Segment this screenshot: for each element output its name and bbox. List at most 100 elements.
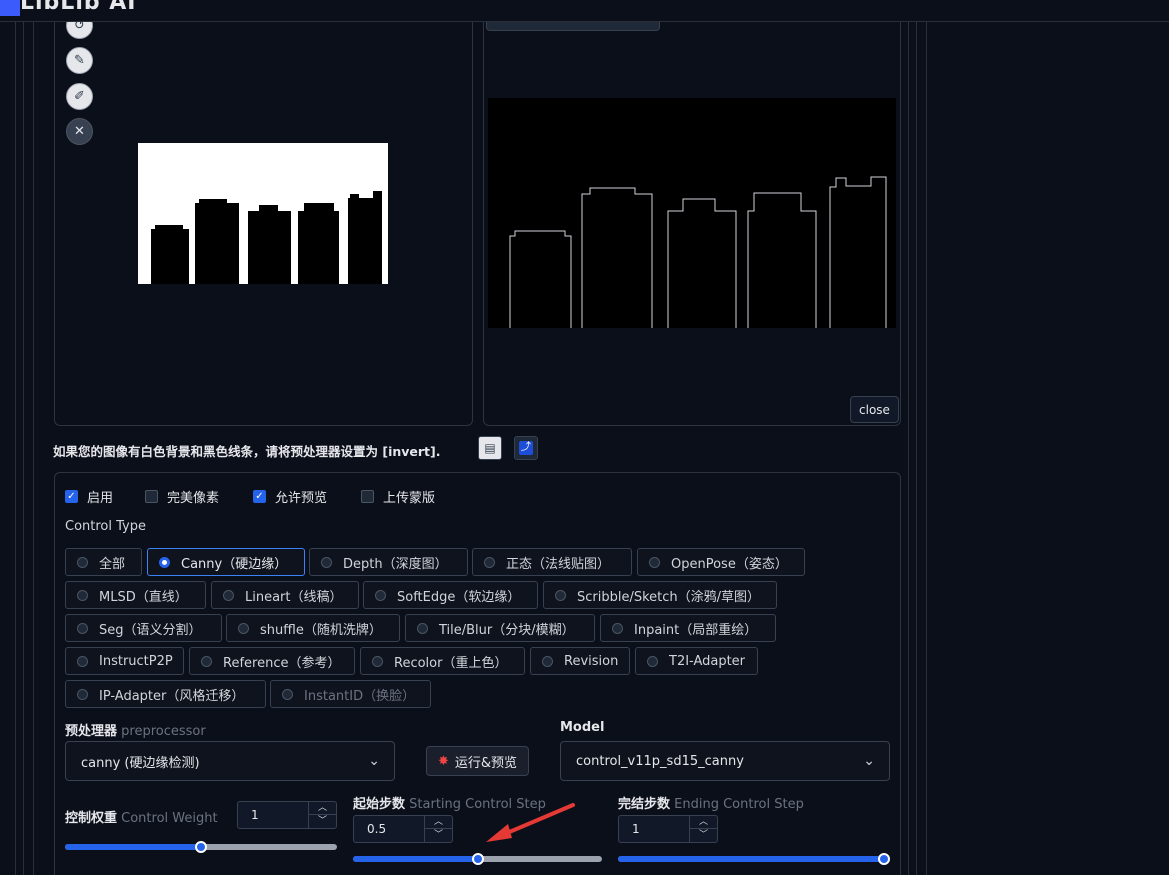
option-label: SoftEdge（软边缘） <box>397 589 521 605</box>
radio-icon <box>77 556 88 568</box>
control-type-option[interactable]: InstructP2P <box>65 647 184 675</box>
slider-fill <box>618 856 890 862</box>
slider-thumb[interactable] <box>195 841 207 853</box>
notes-icon[interactable]: ▤ <box>478 436 502 460</box>
label-en: Control Weight <box>121 811 218 826</box>
control-type-label: Control Type <box>65 519 146 534</box>
option-label: Scribble/Sketch（涂鸦/草图） <box>577 589 761 605</box>
option-label: Lineart（线稿） <box>245 589 343 605</box>
checkbox-label: 启用 <box>87 491 114 506</box>
frame-line <box>908 22 909 875</box>
ending-step-input[interactable]: 1 ︿ ﹀ <box>618 815 718 843</box>
option-label: Depth（深度图） <box>343 556 448 572</box>
chevron-down-icon[interactable]: ﹀ <box>425 829 452 842</box>
invert-hint-text: 如果您的图像有白色背景和黑色线条，请将预处理器设置为 [invert]. <box>53 444 441 459</box>
eraser-icon[interactable]: ✎ <box>66 47 93 74</box>
number-value: 1 <box>251 808 259 822</box>
brush-icon[interactable]: ✐ <box>66 83 93 110</box>
upload-mask-checkbox[interactable]: 上传蒙版 <box>361 487 435 506</box>
control-type-option[interactable]: Revision <box>530 647 630 675</box>
chevron-up-icon[interactable]: ︿ <box>309 802 336 815</box>
control-weight-input[interactable]: 1 ︿ ﹀ <box>237 801 337 829</box>
radio-icon <box>484 556 495 568</box>
control-type-option[interactable]: Tile/Blur（分块/模糊） <box>405 614 595 642</box>
top-bar: LibLib AI <box>0 0 1169 22</box>
control-weight-slider[interactable] <box>65 841 337 853</box>
control-type-option[interactable]: Seg（语义分割） <box>65 614 222 642</box>
control-type-option[interactable]: Depth（深度图） <box>309 548 468 576</box>
control-type-option[interactable]: Reference（参考） <box>189 647 355 675</box>
option-label: Seg（语义分割） <box>99 622 202 638</box>
starting-step-slider[interactable] <box>353 853 602 865</box>
option-label: Reference（参考） <box>223 655 341 671</box>
app-logo[interactable]: LibLib AI <box>0 0 137 20</box>
allow-preview-checkbox[interactable]: ✓ 允许预览 <box>253 487 327 506</box>
control-type-option[interactable]: 全部 <box>65 548 142 576</box>
model-select[interactable]: control_v11p_sd15_canny ⌄ <box>560 741 890 781</box>
option-label: shuffle（随机洗牌） <box>260 622 382 638</box>
run-preview-button[interactable]: ✸ 运行&预览 <box>426 746 529 776</box>
preprocessor-label: 预处理器 preprocessor <box>65 720 206 739</box>
close-preview-button[interactable]: close <box>850 396 899 423</box>
control-type-option[interactable]: MLSD（直线） <box>65 581 206 609</box>
radio-icon <box>77 688 88 700</box>
control-type-option[interactable]: SoftEdge（软边缘） <box>363 581 538 609</box>
control-type-option[interactable]: Lineart（线稿） <box>211 581 359 609</box>
control-type-option[interactable]: T2I-Adapter <box>635 647 758 675</box>
preprocessor-select[interactable]: canny (硬边缘检测) ⌄ <box>65 741 395 781</box>
radio-icon <box>417 622 428 634</box>
input-image[interactable] <box>138 143 388 284</box>
swap-icon[interactable]: ⤴ <box>514 436 538 460</box>
frame-line <box>15 22 16 875</box>
control-type-option: InstantID（换脸） <box>270 680 431 708</box>
option-label: Canny（硬边缘） <box>181 556 288 572</box>
select-value: canny (硬边缘检测) <box>81 755 200 771</box>
control-type-option[interactable]: Recolor（重上色） <box>360 647 525 675</box>
slider-thumb[interactable] <box>472 853 484 865</box>
chevron-down-icon: ⌄ <box>368 753 380 769</box>
slider-thumb[interactable] <box>878 853 890 865</box>
enable-checkbox[interactable]: ✓ 启用 <box>65 487 113 506</box>
radio-icon <box>612 622 623 634</box>
control-type-option[interactable]: 正态（法线贴图） <box>472 548 632 576</box>
chevron-down-icon[interactable]: ﹀ <box>690 829 717 842</box>
radio-icon <box>375 589 386 601</box>
explosion-icon: ✸ <box>437 753 449 769</box>
control-type-option[interactable]: shuffle（随机洗牌） <box>226 614 400 642</box>
option-label: Recolor（重上色） <box>394 655 508 671</box>
slider-fill <box>353 856 478 862</box>
control-weight-label: 控制权重 Control Weight <box>65 807 218 826</box>
label-model: Model <box>560 720 605 735</box>
radio-icon <box>647 655 658 667</box>
pixel-perfect-checkbox[interactable]: 完美像素 <box>145 487 219 506</box>
label-cn: 预处理器 <box>65 724 118 739</box>
control-type-option[interactable]: OpenPose（姿态） <box>637 548 805 576</box>
preview-image <box>488 98 896 328</box>
checkbox-label: 允许预览 <box>275 491 328 506</box>
control-type-option[interactable]: Inpaint（局部重绘） <box>600 614 776 642</box>
control-type-option[interactable]: IP-Adapter（风格迁移） <box>65 680 266 708</box>
chevron-down-icon: ⌄ <box>863 753 875 769</box>
control-type-option[interactable]: Canny（硬边缘） <box>147 548 305 576</box>
chevron-up-icon[interactable]: ︿ <box>690 816 717 829</box>
stepper: ︿ ﹀ <box>424 816 452 842</box>
label-cn: 完结步数 <box>618 797 671 812</box>
label-cn: 起始步数 <box>353 797 406 812</box>
number-value: 1 <box>632 822 640 836</box>
close-icon[interactable]: ✕ <box>66 118 93 145</box>
chevron-up-icon[interactable]: ︿ <box>425 816 452 829</box>
starting-step-input[interactable]: 0.5 ︿ ﹀ <box>353 815 453 843</box>
ending-step-slider[interactable] <box>618 853 890 865</box>
option-label: T2I-Adapter <box>669 653 746 669</box>
option-label: 正态（法线贴图） <box>506 556 611 572</box>
stepper: ︿ ﹀ <box>689 816 717 842</box>
option-label: InstructP2P <box>99 653 173 669</box>
radio-icon <box>77 622 88 634</box>
frame-line <box>23 22 24 875</box>
checkbox-checked-icon: ✓ <box>65 490 78 503</box>
chevron-down-icon[interactable]: ﹀ <box>309 815 336 828</box>
radio-icon <box>282 688 293 700</box>
control-type-option[interactable]: Scribble/Sketch（涂鸦/草图） <box>543 581 777 609</box>
frame-line <box>33 22 34 875</box>
option-label: Tile/Blur（分块/模糊） <box>439 622 575 638</box>
